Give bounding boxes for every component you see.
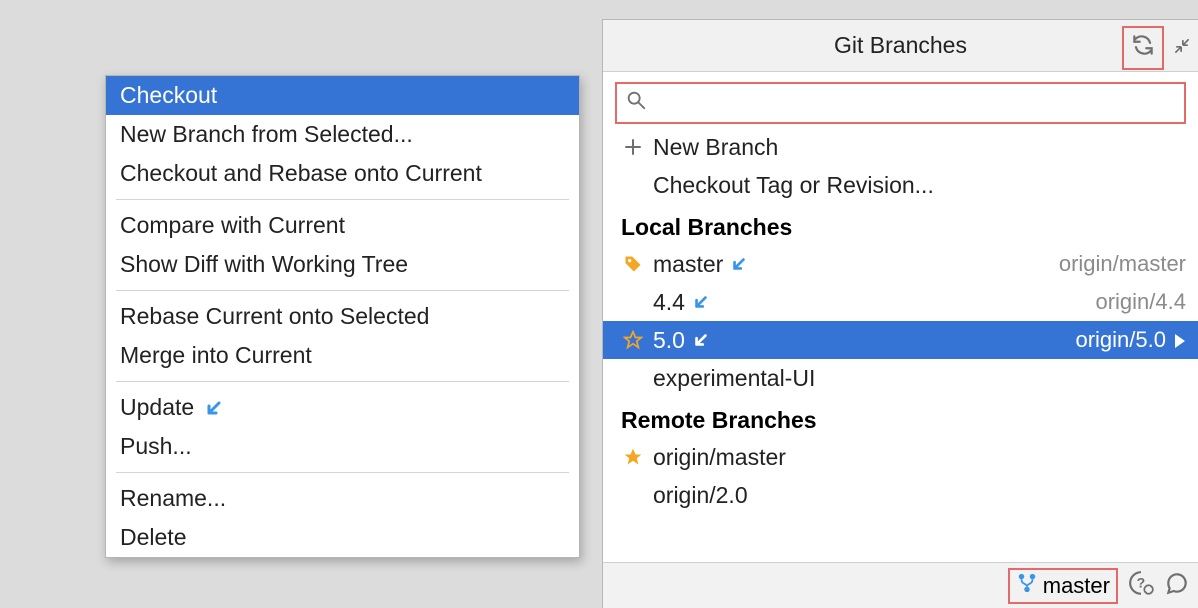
ctx-label: Delete (120, 524, 186, 551)
local-branches-header: Local Branches (603, 204, 1198, 245)
ctx-separator (116, 199, 569, 200)
ctx-rename[interactable]: Rename... (106, 479, 579, 518)
tracking-remote: origin/master (1059, 251, 1186, 277)
search-input-container[interactable] (615, 82, 1186, 124)
status-bar: master ? (602, 562, 1198, 608)
branch-icon (1016, 572, 1038, 600)
branch-context-menu: Checkout New Branch from Selected... Che… (105, 75, 580, 558)
search-icon (625, 89, 647, 117)
ctx-delete[interactable]: Delete (106, 518, 579, 557)
ctx-separator (116, 381, 569, 382)
ctx-label: Rename... (120, 485, 226, 512)
branch-name: origin/2.0 (653, 482, 748, 509)
branch-name: 5.0 (653, 327, 685, 354)
ctx-label: Checkout and Rebase onto Current (120, 160, 482, 187)
tracking-remote: origin/4.4 (1095, 289, 1186, 315)
ctx-rebase-onto-selected[interactable]: Rebase Current onto Selected (106, 297, 579, 336)
star-filled-icon (621, 447, 645, 467)
incoming-icon (693, 289, 709, 316)
help-settings-icon[interactable]: ? (1128, 570, 1154, 602)
ctx-label: Push... (120, 433, 192, 460)
popup-header: Git Branches (603, 20, 1198, 72)
ctx-label: New Branch from Selected... (120, 121, 413, 148)
local-branch-5-0[interactable]: 5.0 origin/5.0 (603, 321, 1198, 359)
status-bar-branch[interactable]: master (1008, 568, 1118, 604)
action-new-branch[interactable]: New Branch (603, 128, 1198, 166)
local-branch-experimental-ui[interactable]: experimental-UI (603, 359, 1198, 397)
remote-branch-origin-2-0[interactable]: origin/2.0 (603, 476, 1198, 514)
ctx-label: Merge into Current (120, 342, 312, 369)
local-branch-4-4[interactable]: 4.4 origin/4.4 (603, 283, 1198, 321)
incoming-icon (731, 251, 747, 278)
ctx-checkout[interactable]: Checkout (106, 76, 579, 115)
status-branch-name: master (1043, 573, 1110, 599)
ctx-label: Update (120, 394, 194, 421)
search-row (603, 72, 1198, 128)
ctx-separator (116, 290, 569, 291)
ctx-merge-into-current[interactable]: Merge into Current (106, 336, 579, 375)
branch-name: master (653, 251, 723, 278)
ctx-push[interactable]: Push... (106, 427, 579, 466)
ctx-separator (116, 472, 569, 473)
tag-icon (621, 254, 645, 274)
search-input[interactable] (655, 92, 1176, 115)
ctx-label: Checkout (120, 82, 217, 109)
remote-branch-origin-master[interactable]: origin/master (603, 438, 1198, 476)
incoming-icon (202, 399, 226, 417)
ctx-checkout-rebase[interactable]: Checkout and Rebase onto Current (106, 154, 579, 193)
submenu-arrow-icon (1174, 327, 1186, 354)
ctx-new-branch-from-selected[interactable]: New Branch from Selected... (106, 115, 579, 154)
action-checkout-tag[interactable]: Checkout Tag or Revision... (603, 166, 1198, 204)
git-branches-popup: Git Branches New Branch Checkout T (602, 19, 1198, 562)
refresh-button[interactable] (1122, 26, 1164, 70)
ctx-label: Compare with Current (120, 212, 345, 239)
refresh-icon (1130, 32, 1156, 64)
plus-icon (621, 138, 645, 156)
ctx-compare-current[interactable]: Compare with Current (106, 206, 579, 245)
collapse-icon[interactable] (1172, 35, 1192, 62)
ctx-label: Show Diff with Working Tree (120, 251, 408, 278)
tracking-remote: origin/5.0 (1075, 327, 1166, 353)
local-branch-master[interactable]: master origin/master (603, 245, 1198, 283)
action-label: Checkout Tag or Revision... (653, 172, 934, 199)
action-label: New Branch (653, 134, 778, 161)
branch-name: origin/master (653, 444, 786, 471)
ctx-show-diff-working-tree[interactable]: Show Diff with Working Tree (106, 245, 579, 284)
ctx-update[interactable]: Update (106, 388, 579, 427)
branch-name: experimental-UI (653, 365, 815, 392)
star-outline-icon (621, 330, 645, 350)
speech-bubble-icon[interactable] (1164, 570, 1190, 602)
ctx-label: Rebase Current onto Selected (120, 303, 429, 330)
remote-branches-header: Remote Branches (603, 397, 1198, 438)
incoming-icon (693, 327, 709, 354)
popup-title: Git Branches (834, 32, 967, 59)
branch-name: 4.4 (653, 289, 685, 316)
